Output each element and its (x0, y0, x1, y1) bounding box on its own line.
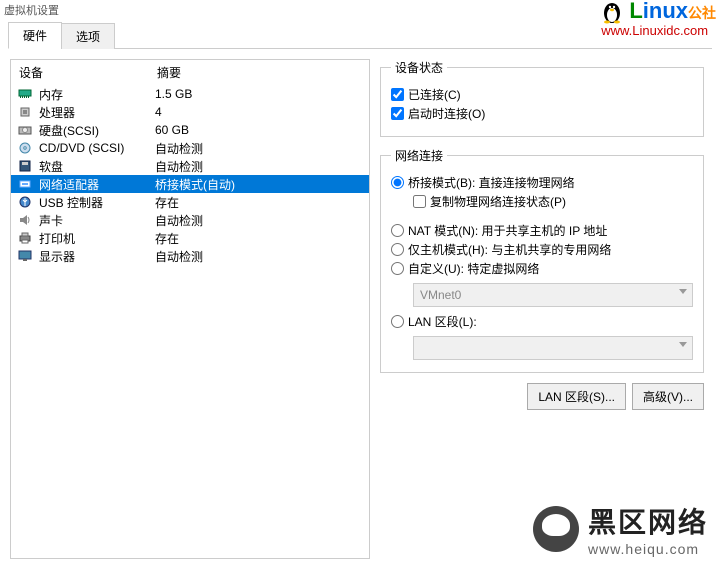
hostonly-radio[interactable]: 仅主机模式(H): 与主机共享的专用网络 (391, 241, 693, 258)
network-connection-group: 网络连接 桥接模式(B): 直接连接物理网络 复制物理网络连接状态(P) NAT… (380, 147, 704, 373)
device-row-cpu[interactable]: 处理器4 (11, 103, 369, 121)
connected-checkbox[interactable]: 已连接(C) (391, 86, 693, 103)
device-row-disk[interactable]: 硬盘(SCSI)60 GB (11, 121, 369, 139)
floppy-icon (17, 159, 33, 173)
device-name: USB 控制器 (39, 194, 155, 211)
device-summary: 4 (155, 105, 363, 119)
device-row-usb[interactable]: USB 控制器存在 (11, 193, 369, 211)
network-icon (17, 177, 33, 191)
device-summary: 60 GB (155, 123, 363, 137)
device-summary: 存在 (155, 230, 363, 247)
device-name: 打印机 (39, 230, 155, 247)
device-name: 内存 (39, 86, 155, 103)
device-summary: 自动检测 (155, 158, 363, 175)
device-name: 显示器 (39, 248, 155, 265)
lan-segments-button[interactable]: LAN 区段(S)... (527, 383, 626, 410)
device-name: 硬盘(SCSI) (39, 122, 155, 139)
device-name: CD/DVD (SCSI) (39, 141, 155, 155)
connect-at-power-checkbox[interactable]: 启动时连接(O) (391, 105, 693, 122)
chevron-down-icon (679, 342, 687, 347)
printer-icon (17, 231, 33, 245)
device-summary: 1.5 GB (155, 87, 363, 101)
vmnet-select (413, 279, 693, 307)
tux-icon (601, 0, 623, 24)
memory-icon (17, 87, 33, 101)
device-list-pane: 设备 摘要 内存1.5 GB处理器4硬盘(SCSI)60 GBCD/DVD (S… (10, 59, 370, 559)
device-row-network[interactable]: 网络适配器桥接模式(自动) (11, 175, 369, 193)
device-summary: 自动检测 (155, 140, 363, 157)
device-row-memory[interactable]: 内存1.5 GB (11, 85, 369, 103)
device-name: 网络适配器 (39, 176, 155, 193)
device-name: 声卡 (39, 212, 155, 229)
sound-icon (17, 213, 33, 227)
device-summary: 自动检测 (155, 212, 363, 229)
device-status-legend: 设备状态 (391, 59, 447, 76)
top-watermark: Linux公社 www.Linuxidc.com (601, 0, 716, 37)
device-row-display[interactable]: 显示器自动检测 (11, 247, 369, 265)
device-summary: 存在 (155, 194, 363, 211)
device-row-sound[interactable]: 声卡自动检测 (11, 211, 369, 229)
disk-icon (17, 123, 33, 137)
device-row-printer[interactable]: 打印机存在 (11, 229, 369, 247)
chevron-down-icon (679, 289, 687, 294)
footer-watermark: 黑区网络 www.heiqu.com (533, 501, 708, 557)
device-row-cd[interactable]: CD/DVD (SCSI)自动检测 (11, 139, 369, 157)
nat-radio[interactable]: NAT 模式(N): 用于共享主机的 IP 地址 (391, 222, 693, 239)
lan-segment-select (413, 332, 693, 360)
custom-radio[interactable]: 自定义(U): 特定虚拟网络 (391, 260, 693, 277)
tab-options[interactable]: 选项 (61, 23, 115, 49)
tab-hardware[interactable]: 硬件 (8, 22, 62, 49)
mushroom-icon (533, 506, 579, 552)
cpu-icon (17, 105, 33, 119)
lan-segment-radio[interactable]: LAN 区段(L): (391, 313, 693, 330)
bridged-radio[interactable]: 桥接模式(B): 直接连接物理网络 (391, 174, 693, 191)
advanced-button[interactable]: 高级(V)... (632, 383, 704, 410)
usb-icon (17, 195, 33, 209)
device-summary: 桥接模式(自动) (155, 176, 363, 193)
device-row-floppy[interactable]: 软盘自动检测 (11, 157, 369, 175)
replicate-checkbox[interactable]: 复制物理网络连接状态(P) (413, 193, 693, 210)
cd-icon (17, 141, 33, 155)
device-list-header: 设备 摘要 (11, 60, 369, 85)
network-legend: 网络连接 (391, 147, 447, 164)
device-name: 处理器 (39, 104, 155, 121)
display-icon (17, 249, 33, 263)
device-status-group: 设备状态 已连接(C) 启动时连接(O) (380, 59, 704, 137)
device-name: 软盘 (39, 158, 155, 175)
device-summary: 自动检测 (155, 248, 363, 265)
